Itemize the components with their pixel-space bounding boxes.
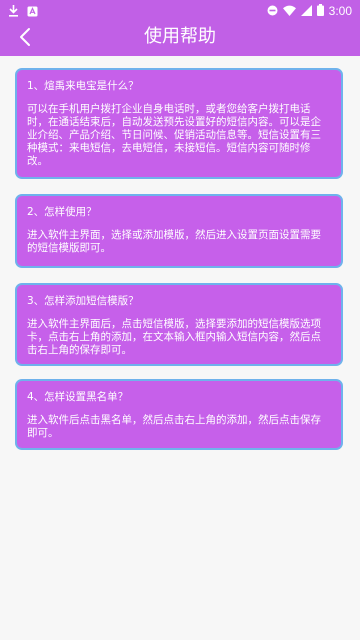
faq-question: 1、煊禹来电宝是什么？ [27,80,139,92]
faq-question: 2、怎样使用？ [27,206,97,218]
faq-answer: 进入软件主界面后，点击短信模版，选择要添加的短信模版选项卡，点击右上角的添加，在… [27,318,321,356]
faq-card-4: 4、怎样设置黑名单？ 进入软件后点击黑名单，然后点击右上角的添加，然后点击保存即… [15,379,343,450]
faq-card-3: 3、怎样添加短信模版？ 进入软件主界面后，点击短信模版，选择要添加的短信模版选项… [15,283,343,366]
status-time: 3:00 [328,3,352,18]
faq-answer: 进入软件后点击黑名单，然后点击右上角的添加，然后点击保存即可。 [27,414,321,439]
faq-card-2: 2、怎样使用？ 进入软件主界面，选择或添加模版，然后进入设置页面设置需要的短信模… [15,194,343,268]
faq-question: 4、怎样设置黑名单？ [27,391,129,403]
back-button[interactable] [10,22,40,52]
faq-question: 3、怎样添加短信模版？ [27,295,139,307]
page-title: 使用帮助 [144,26,216,47]
faq-answer: 进入软件主界面，选择或添加模版，然后进入设置页面设置需要的短信模版即可。 [27,229,321,254]
status-bar: 3:00 [0,0,360,18]
faq-card-1: 1、煊禹来电宝是什么？ 可以在手机用户拨打企业自身电话时，或者您给客户拨打电话时… [15,68,343,179]
faq-answer: 可以在手机用户拨打企业自身电话时，或者您给客户拨打电话时，在通话结束后，自动发送… [27,103,321,167]
app-bar: 使用帮助 [0,18,360,56]
chevron-left-icon [10,28,40,56]
